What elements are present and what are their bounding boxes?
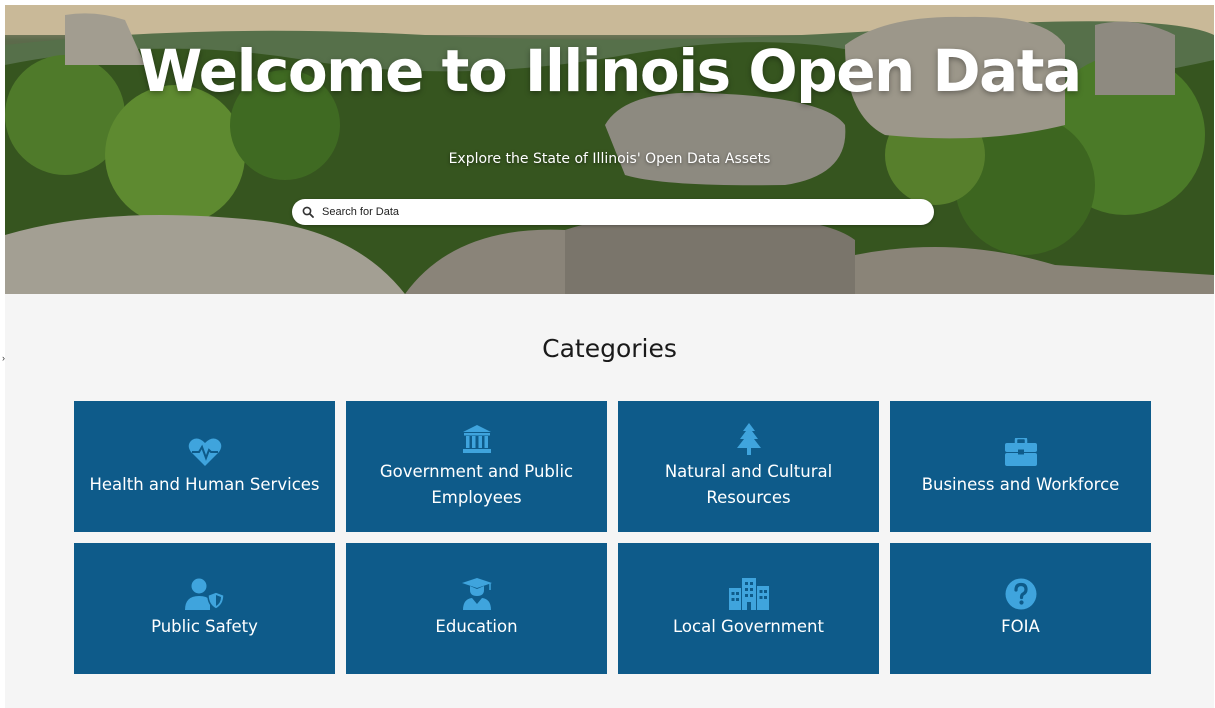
search-placeholder: Search for Data xyxy=(322,206,400,218)
hero-subtitle: Explore the State of Illinois' Open Data… xyxy=(448,151,771,167)
tile-label: FOIA xyxy=(1001,616,1040,636)
category-business-and-workforce[interactable]: Business and Workforce xyxy=(890,401,1151,532)
search-input[interactable]: Search for Data xyxy=(292,199,934,225)
graduate-icon xyxy=(461,577,493,610)
category-government-and-public-employees[interactable]: Government and Public Employees xyxy=(346,401,607,532)
city-buildings-icon xyxy=(728,577,769,610)
government-building-icon xyxy=(462,423,492,455)
category-local-government[interactable]: Local Government xyxy=(618,543,879,674)
tile-label: Business and Workforce xyxy=(921,474,1120,494)
hero-banner: Welcome to Illinois Open Data Explore th… xyxy=(5,5,1214,294)
tile-label: Local Government xyxy=(673,616,824,636)
category-foia[interactable]: FOIA xyxy=(890,543,1151,674)
question-circle-icon xyxy=(1005,578,1037,610)
user-shield-icon xyxy=(184,578,225,610)
category-health-and-human-services[interactable]: Health and Human Services xyxy=(74,401,335,532)
pine-tree-icon xyxy=(736,422,762,455)
tile-label: Education xyxy=(435,616,518,636)
search-icon xyxy=(302,205,316,219)
category-education[interactable]: Education xyxy=(346,543,607,674)
category-natural-and-cultural-resources[interactable]: Natural and Cultural Resources xyxy=(618,401,879,532)
categories-grid: Health and Human Services Government and… xyxy=(74,401,1151,674)
tile-label: Public Safety xyxy=(151,616,258,636)
tile-label: Health and Human Services xyxy=(89,474,320,494)
briefcase-icon xyxy=(1004,436,1037,468)
category-public-safety[interactable]: Public Safety xyxy=(74,543,335,674)
hero-title: Welcome to Illinois Open Data xyxy=(138,37,1082,105)
categories-section: Categories Health and Human Services Gov… xyxy=(5,294,1214,708)
categories-title: Categories xyxy=(542,334,677,363)
tile-label: Natural and Cultural Resources xyxy=(664,461,833,507)
tile-label: Government and Public Employees xyxy=(379,461,574,507)
heart-pulse-icon xyxy=(188,436,222,468)
